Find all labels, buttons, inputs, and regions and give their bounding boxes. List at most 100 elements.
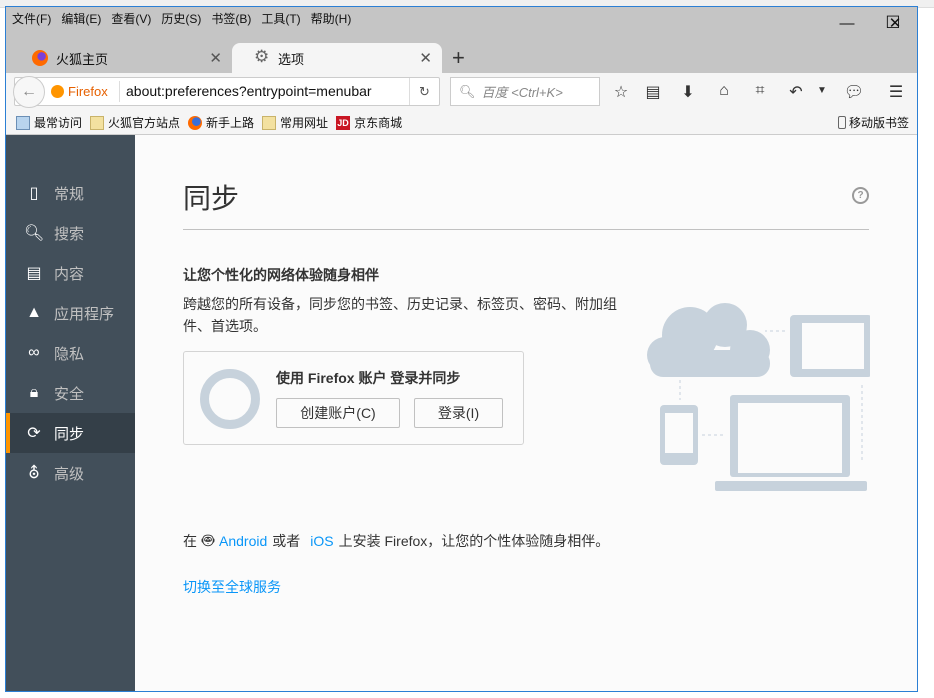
sync-pane: 同步 ? 让您个性化的网络体验随身相伴 跨越您的所有设备，同步您的书签、历史记录… <box>135 135 917 691</box>
new-tab-button[interactable]: + <box>452 45 465 71</box>
most-visited-icon <box>16 115 30 130</box>
mobile-suffix: 上安装 Firefox，让您的个性体验随身相伴。 <box>338 533 610 549</box>
bookmarks-toolbar: 最常访问 火狐官方站点 新手上路 常用网址 JD 京东商城 移动版书签 <box>6 111 917 135</box>
gear-icon: ⚙ <box>254 47 270 66</box>
reload-icon[interactable]: ↻ <box>409 78 439 105</box>
mask-icon: ∞ <box>28 344 40 361</box>
sidebar-item-label: 应用程序 <box>54 305 115 323</box>
bookmark-label: 京东商城 <box>354 116 403 130</box>
firefox-account-logo-icon <box>200 369 260 429</box>
search-icon: 🔍︎ <box>24 225 45 242</box>
sidebar-item-security[interactable]: 🔒︎ 安全 <box>6 373 135 413</box>
android-link[interactable]: Android <box>219 533 267 549</box>
menu-view[interactable]: 查看(V) <box>111 10 151 27</box>
search-input[interactable]: 🔍︎ 百度 <Ctrl+K> <box>450 77 600 106</box>
menu-bookmarks[interactable]: 书签(B) <box>211 10 251 27</box>
menu-help[interactable]: 帮助(H) <box>311 10 352 27</box>
sync-icon: ⟳ <box>27 425 41 442</box>
sidebar-item-label: 内容 <box>54 265 85 283</box>
firefox-account-box: 使用 Firefox 账户 登录并同步 创建账户(C) 登录(I) <box>183 351 524 445</box>
url-input[interactable]: about:preferences?entrypoint=menubar <box>119 81 372 102</box>
folder-icon <box>262 115 277 130</box>
android-icon: 🤖︎ <box>202 530 214 552</box>
rocket-icon: ▲ <box>26 304 42 321</box>
back-arrow-icon[interactable]: ← <box>13 76 45 108</box>
folder-icon <box>90 115 105 130</box>
download-icon[interactable]: ⬇ <box>677 82 699 102</box>
phone-icon <box>660 405 698 465</box>
browser-window: 文件(F) 编辑(E) 查看(V) 历史(S) 书签(B) 工具(T) 帮助(H… <box>5 6 918 692</box>
firefox-icon <box>188 115 203 130</box>
bookmark-label: 火狐官方站点 <box>108 116 181 130</box>
bookmark-getting-started[interactable]: 新手上路 <box>188 114 254 131</box>
sidebar-item-advanced[interactable]: ⛢ 高级 <box>6 453 135 493</box>
general-icon: ▯ <box>29 185 39 202</box>
mobile-bookmarks-label: 移动版书签 <box>848 116 909 130</box>
identity-box[interactable]: Firefox <box>51 84 108 99</box>
bookmark-label: 最常访问 <box>34 116 83 130</box>
home-icon[interactable]: ⌂ <box>713 82 735 100</box>
menu-bar: 文件(F) 编辑(E) 查看(V) 历史(S) 书签(B) 工具(T) 帮助(H… <box>6 7 361 29</box>
cloud-icon <box>647 303 770 377</box>
devices-sync-illustration <box>647 303 870 491</box>
close-button[interactable]: ✕ <box>872 11 917 35</box>
url-bar[interactable]: ← Firefox about:preferences?entrypoint=m… <box>13 76 440 108</box>
bookmark-common-sites[interactable]: 常用网址 <box>262 114 328 131</box>
undo-icon[interactable]: ↶ <box>785 82 807 102</box>
star-bookmark-icon[interactable]: ☆ <box>610 82 632 102</box>
sidebar-item-content[interactable]: ▤ 内容 <box>6 253 135 293</box>
bookmark-most-visited[interactable]: 最常访问 <box>16 114 82 131</box>
jd-logo-icon: JD <box>336 115 351 130</box>
sidebar-item-privacy[interactable]: ∞ 隐私 <box>6 333 135 373</box>
firefox-icon <box>32 50 48 66</box>
menu-edit[interactable]: 编辑(E) <box>61 10 101 27</box>
screenshot-crop-icon[interactable]: ⌗ <box>749 82 771 100</box>
sidebar-item-label: 常规 <box>54 185 85 203</box>
hamburger-menu-icon[interactable]: ☰ <box>885 82 907 102</box>
divider <box>183 229 869 230</box>
switch-global-service-link[interactable]: 切换至全球服务 <box>183 577 281 597</box>
sidebar-item-applications[interactable]: ▲ 应用程序 <box>6 293 135 333</box>
preferences-sidebar: ▯ 常规 🔍︎ 搜索 ▤ 内容 ▲ 应用程序 ∞ 隐私 🔒︎ 安全 ⟳ 同步 ⛢ 高级 <box>6 135 135 691</box>
tab-firefox-home[interactable]: 火狐主页 ✕ <box>10 43 232 73</box>
menu-history[interactable]: 历史(S) <box>161 10 201 27</box>
tablet-icon <box>790 315 870 377</box>
menu-file[interactable]: 文件(F) <box>12 10 51 27</box>
close-tab-icon[interactable]: ✕ <box>419 49 432 67</box>
bookmark-jd[interactable]: JD 京东商城 <box>336 114 402 131</box>
close-tab-icon[interactable]: ✕ <box>209 49 222 67</box>
navigation-bar: ← Firefox about:preferences?entrypoint=m… <box>6 73 917 111</box>
chat-icon[interactable]: 💬︎ <box>843 82 865 102</box>
wizard-hat-icon: ⛢ <box>28 465 40 482</box>
ios-link[interactable]: iOS <box>310 533 333 549</box>
account-box-title: 使用 Firefox 账户 登录并同步 <box>276 370 461 386</box>
sidebar-item-label: 安全 <box>54 385 85 403</box>
sidebar-item-label: 隐私 <box>54 345 85 363</box>
minimize-button[interactable]: — <box>824 11 870 35</box>
tab-label: 选项 <box>278 51 305 67</box>
or-text: 或者 <box>272 533 301 549</box>
sidebar-item-search[interactable]: 🔍︎ 搜索 <box>6 213 135 253</box>
mobile-install-line: 在 🤖︎ Android 或者 iOS 上安装 Firefox，让您的个性体验随… <box>183 527 609 555</box>
bookmark-firefox-site[interactable]: 火狐官方站点 <box>90 114 180 131</box>
search-icon: 🔍︎ <box>459 83 476 99</box>
reading-list-icon[interactable]: ▤ <box>642 82 664 102</box>
dropdown-arrow-icon[interactable]: ▼ <box>811 85 833 96</box>
sign-in-button[interactable]: 登录(I) <box>414 398 503 428</box>
lock-icon: 🔒︎ <box>29 384 39 401</box>
search-placeholder: 百度 <Ctrl+K> <box>481 85 563 100</box>
sidebar-item-general[interactable]: ▯ 常规 <box>6 173 135 213</box>
tab-label: 火狐主页 <box>56 51 109 67</box>
create-account-button[interactable]: 创建账户(C) <box>276 398 400 428</box>
mobile-bookmarks[interactable]: 移动版书签 <box>837 114 909 131</box>
sidebar-item-label: 高级 <box>54 465 85 483</box>
tab-options[interactable]: ⚙ 选项 ✕ <box>232 43 442 73</box>
sidebar-item-sync[interactable]: ⟳ 同步 <box>6 413 135 453</box>
sync-subtitle: 让您个性化的网络体验随身相伴 <box>183 267 379 283</box>
bookmark-label: 常用网址 <box>280 116 329 130</box>
document-icon: ▤ <box>26 265 42 282</box>
page-title: 同步 <box>183 183 240 214</box>
menu-tools[interactable]: 工具(T) <box>261 10 300 27</box>
help-icon[interactable]: ? <box>852 187 869 204</box>
sync-description: 跨越您的所有设备，同步您的书签、历史记录、标签页、密码、附加组件、首选项。 <box>183 296 617 334</box>
